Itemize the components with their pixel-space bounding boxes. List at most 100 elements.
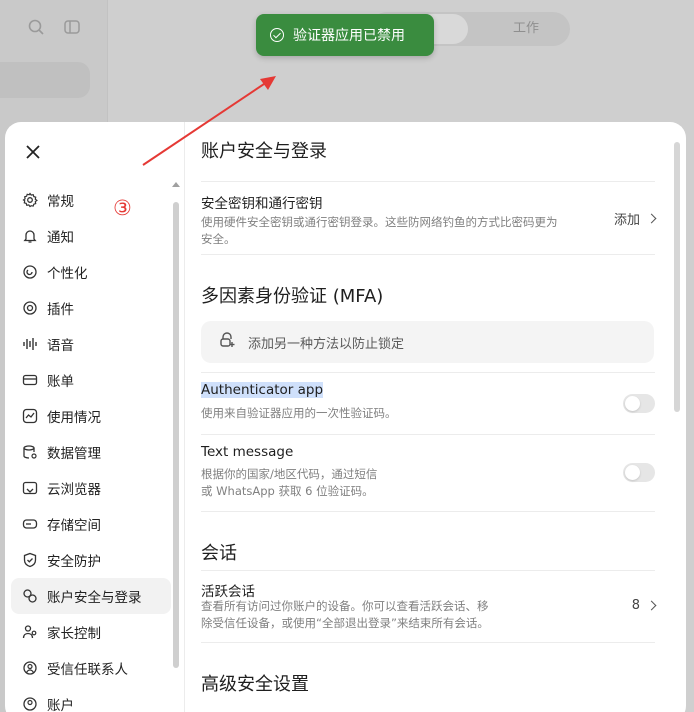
trusted-contact-icon xyxy=(22,660,38,676)
active-sessions-desc-line: 查看所有访问过你账户的设备。你可以查看活跃会话、移 xyxy=(201,599,489,613)
settings-nav: 常规 通知 个性化 插件 语音 账单 使用情况 数据管理 云浏览器 存储空间 安… xyxy=(5,122,185,712)
shield-icon xyxy=(22,552,38,568)
account-icon xyxy=(22,696,38,712)
nav-item-parental-controls[interactable]: 家长控制 xyxy=(11,614,171,650)
divider xyxy=(201,570,655,571)
add-mfa-method-label: 添加另一种方法以防止锁定 xyxy=(248,336,405,352)
parental-icon xyxy=(22,624,38,640)
plugin-icon xyxy=(22,300,38,316)
nav-label: 语音 xyxy=(47,338,74,354)
divider xyxy=(201,511,655,512)
authenticator-app-toggle[interactable] xyxy=(623,394,655,413)
active-sessions-desc-line: 除受信任设备，或使用“全部退出登录”来结束所有会话。 xyxy=(201,616,489,630)
nav-label: 账户安全与登录 xyxy=(47,590,142,606)
nav-item-notifications[interactable]: 通知 xyxy=(11,218,171,254)
divider xyxy=(201,181,655,182)
chevron-right-icon xyxy=(646,213,657,224)
advanced-security-title: 高级安全设置 xyxy=(201,674,309,695)
gear-icon xyxy=(22,192,38,208)
background-tab-work: 工作 xyxy=(512,21,539,36)
settings-content: 账户安全与登录 安全密钥和通行密钥 使用硬件安全密钥或通行密钥登录。这些防网络钓… xyxy=(201,122,657,712)
nav-label: 账单 xyxy=(47,374,74,390)
nav-label: 云浏览器 xyxy=(47,482,101,498)
authenticator-app-title: Authenticator app xyxy=(201,382,324,398)
bell-icon xyxy=(22,228,38,244)
close-button[interactable] xyxy=(23,142,43,162)
nav-label: 受信任联系人 xyxy=(47,662,128,678)
nav-list: 常规 通知 个性化 插件 语音 账单 使用情况 数据管理 云浏览器 存储空间 安… xyxy=(11,182,171,712)
nav-item-account-security[interactable]: 账户安全与登录 xyxy=(11,578,171,614)
nav-label: 使用情况 xyxy=(47,410,101,426)
nav-item-plugins[interactable]: 插件 xyxy=(11,290,171,326)
nav-scrollbar[interactable] xyxy=(172,182,180,670)
nav-label: 常规 xyxy=(47,194,74,210)
key-icon xyxy=(22,588,38,604)
nav-item-cloud-browser[interactable]: 云浏览器 xyxy=(11,470,171,506)
nav-label: 通知 xyxy=(47,230,74,246)
add-mfa-method-button[interactable]: 添加另一种方法以防止锁定 xyxy=(201,321,654,363)
nav-item-storage[interactable]: 存储空间 xyxy=(11,506,171,542)
settings-modal: 常规 通知 个性化 插件 语音 账单 使用情况 数据管理 云浏览器 存储空间 安… xyxy=(5,122,686,712)
nav-item-personalization[interactable]: 个性化 xyxy=(11,254,171,290)
text-message-desc-line: 根据你的国家/地区代码，通过短信 xyxy=(201,467,378,481)
active-sessions-button[interactable]: 8 xyxy=(631,598,657,613)
nav-label: 家长控制 xyxy=(47,626,101,642)
chevron-right-icon xyxy=(646,600,657,611)
nav-item-trusted-contacts[interactable]: 受信任联系人 xyxy=(11,650,171,686)
mfa-title: 多因素身份验证 (MFA) xyxy=(201,286,384,307)
card-icon xyxy=(22,372,38,388)
scroll-up-arrow-icon[interactable] xyxy=(172,182,180,187)
divider xyxy=(201,372,655,373)
nav-label: 插件 xyxy=(47,302,74,318)
nav-item-general[interactable]: 常规 xyxy=(11,182,171,218)
annotation-step-number: ③ xyxy=(113,196,132,220)
passkeys-desc-line: 使用硬件安全密钥或通行密钥登录。这些防网络钓鱼的方式比密码更为 xyxy=(201,215,558,229)
nav-item-billing[interactable]: 账单 xyxy=(11,362,171,398)
sessions-title: 会话 xyxy=(201,543,237,564)
text-message-desc-line: 或 WhatsApp 获取 6 位验证码。 xyxy=(201,484,374,498)
active-sessions-count: 8 xyxy=(631,598,640,613)
close-icon xyxy=(26,145,40,159)
nav-item-data-management[interactable]: 数据管理 xyxy=(11,434,171,470)
nav-label: 个性化 xyxy=(47,266,88,282)
active-sessions-description: 查看所有访问过你账户的设备。你可以查看活跃会话、移 除受信任设备，或使用“全部退… xyxy=(201,598,489,632)
personalize-icon xyxy=(22,264,38,280)
passkeys-description: 使用硬件安全密钥或通行密钥登录。这些防网络钓鱼的方式比密码更为 安全。 xyxy=(201,214,558,248)
toast-notification: 验证器应用已禁用 xyxy=(256,14,434,56)
nav-label: 账户 xyxy=(47,698,74,712)
usage-icon xyxy=(22,408,38,424)
database-icon xyxy=(22,444,38,460)
authenticator-app-description: 使用来自验证器应用的一次性验证码。 xyxy=(201,406,397,420)
add-passkey-label: 添加 xyxy=(613,213,640,228)
search-icon xyxy=(26,18,46,38)
divider xyxy=(201,642,655,643)
nav-label: 存储空间 xyxy=(47,518,101,534)
nav-item-account[interactable]: 账户 xyxy=(11,686,171,712)
storage-icon xyxy=(22,516,38,532)
passkeys-title: 安全密钥和通行密钥 xyxy=(201,196,323,212)
active-sessions-title: 活跃会话 xyxy=(201,584,255,600)
cloud-browser-icon xyxy=(22,480,38,496)
sidebar-toggle-icon xyxy=(62,18,82,38)
nav-label: 安全防护 xyxy=(47,554,101,570)
authenticator-app-label: Authenticator app xyxy=(201,382,324,398)
background-sidebar-selected xyxy=(0,62,90,98)
nav-scrollbar-thumb[interactable] xyxy=(173,202,179,668)
voice-icon xyxy=(22,336,38,352)
divider xyxy=(201,434,655,435)
lock-add-icon xyxy=(218,331,236,353)
passkeys-desc-line: 安全。 xyxy=(201,232,236,246)
toast-message: 验证器应用已禁用 xyxy=(293,28,405,44)
nav-label: 数据管理 xyxy=(47,446,101,462)
nav-item-usage[interactable]: 使用情况 xyxy=(11,398,171,434)
check-circle-icon xyxy=(270,28,284,42)
text-message-toggle[interactable] xyxy=(623,463,655,482)
nav-item-security[interactable]: 安全防护 xyxy=(11,542,171,578)
nav-item-voice[interactable]: 语音 xyxy=(11,326,171,362)
content-scrollbar-thumb[interactable] xyxy=(674,142,680,412)
add-passkey-button[interactable]: 添加 xyxy=(613,209,657,228)
text-message-title: Text message xyxy=(201,444,294,460)
divider xyxy=(201,254,655,255)
page-title: 账户安全与登录 xyxy=(201,141,327,162)
text-message-description: 根据你的国家/地区代码，通过短信 或 WhatsApp 获取 6 位验证码。 xyxy=(201,466,377,500)
